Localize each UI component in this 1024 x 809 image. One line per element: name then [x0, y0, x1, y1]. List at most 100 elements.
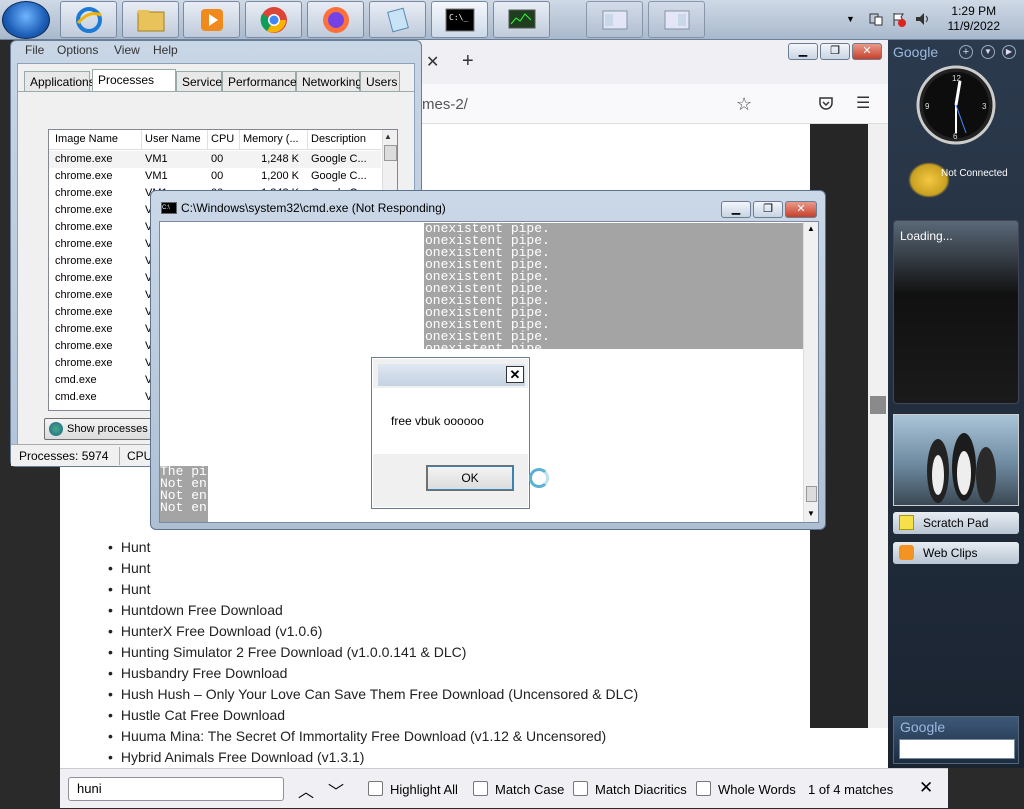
game-link[interactable]: Hustle Cat Free Download [108, 704, 638, 725]
window-icon[interactable] [586, 1, 643, 38]
menu-icon[interactable]: ☰ [856, 93, 870, 113]
game-link[interactable]: Huntdown Free Download [108, 599, 638, 620]
match-case-checkbox[interactable] [473, 781, 488, 796]
scroll-up-icon[interactable]: ▲ [807, 224, 815, 233]
volume-icon[interactable] [914, 11, 930, 30]
tab-networking[interactable]: Networking [296, 71, 362, 91]
google-search-input[interactable] [899, 739, 1015, 759]
tray-chevron-icon[interactable]: ▼ [846, 14, 855, 24]
tab-processes[interactable]: Processes [92, 69, 176, 92]
ie-icon[interactable] [60, 1, 117, 38]
match-case-label[interactable]: Match Case [495, 782, 564, 797]
chrome-icon[interactable] [245, 1, 302, 38]
next-gadget-icon[interactable]: ▶ [1002, 45, 1016, 59]
game-link[interactable]: Hunting Simulator 2 Free Download (v1.0.… [108, 641, 638, 662]
scrollbar-thumb[interactable] [384, 145, 397, 161]
menu-item-help[interactable]: Help [153, 43, 178, 57]
column-header[interactable]: Image Name [55, 133, 141, 145]
table-cell: chrome.exe [55, 255, 113, 267]
scroll-down-icon[interactable]: ▼ [807, 509, 815, 518]
menu-item-options[interactable]: Options [57, 43, 98, 57]
game-link[interactable]: Hush Hush – Only Your Love Can Save Them… [108, 683, 638, 704]
clock-gadget[interactable]: 12 3 6 9 [916, 65, 996, 148]
cmd-line: onexistent pipe. [425, 341, 550, 349]
table-cell: VM1 [145, 170, 168, 182]
game-link[interactable]: Hybrid Animals Free Download (v1.3.1) [108, 746, 638, 767]
minimize-button[interactable]: ▁ [788, 43, 818, 60]
dialog-close-button[interactable]: ✕ [506, 366, 524, 383]
close-tab-icon[interactable]: ✕ [426, 52, 439, 72]
cmd-scrollbar[interactable]: ▲ ▼ [803, 222, 818, 522]
tab-services[interactable]: Services [176, 71, 228, 91]
find-input[interactable]: huni [68, 777, 284, 801]
column-header[interactable]: CPU [211, 133, 239, 145]
feed-gadget[interactable]: Loading... [893, 220, 1019, 404]
whole-words-label[interactable]: Whole Words [718, 782, 796, 797]
game-link[interactable]: Husbandry Free Download [108, 662, 638, 683]
table-cell: chrome.exe [55, 187, 113, 199]
show-all-processes-button[interactable]: Show processes f [44, 418, 164, 440]
match-diacritics-label[interactable]: Match Diacritics [595, 782, 687, 797]
explorer-icon[interactable] [122, 1, 179, 38]
column-header[interactable]: User Name [145, 133, 207, 145]
gadget-menu-icon[interactable]: ▼ [981, 45, 995, 59]
show-all-label: Show processes f [67, 423, 154, 435]
url-text[interactable]: mes-2/ [422, 96, 468, 113]
game-link[interactable]: Hunt [108, 578, 638, 599]
game-link[interactable]: Huuma Mina: The Secret Of Immortality Fr… [108, 725, 638, 746]
tab-users[interactable]: Users [360, 71, 400, 91]
scroll-up-icon[interactable]: ▲ [384, 132, 392, 141]
find-next-icon[interactable]: ﹀ [328, 778, 344, 802]
message-dialog: ✕ free vbuk oooooo OK [371, 357, 530, 509]
match-diacritics-checkbox[interactable] [573, 781, 588, 796]
page-scrollbar[interactable] [868, 124, 888, 728]
pocket-icon[interactable] [818, 95, 834, 114]
table-cell: chrome.exe [55, 204, 113, 216]
game-link[interactable]: HunterX Free Download (v1.0.6) [108, 620, 638, 641]
table-row[interactable]: chrome.exe VM1 00 1,200 K Google C... [49, 168, 381, 185]
game-link[interactable]: Hunt [108, 557, 638, 578]
table-cell: cmd.exe [55, 391, 97, 403]
system-clock[interactable]: 1:29 PM 11/9/2022 [948, 4, 1001, 34]
add-gadget-icon[interactable]: + [959, 45, 973, 59]
taskbar: C:\_ ▼ 1:29 PM 11/9/2022 [0, 0, 1024, 40]
menu-item-file[interactable]: File [25, 43, 44, 57]
find-previous-icon[interactable]: ︿ [298, 778, 314, 802]
close-button[interactable]: ✕ [852, 43, 882, 60]
windows-sidebar: Google + ▼ ▶ 12 3 6 9 Not Connected Loading… [888, 40, 1024, 768]
table-row[interactable]: chrome.exe VM1 00 1,248 K Google C... [49, 151, 381, 168]
notepad-icon[interactable] [369, 1, 426, 38]
new-tab-icon[interactable]: + [462, 50, 474, 73]
scrollbar-thumb[interactable] [870, 396, 886, 414]
cmd-icon[interactable]: C:\_ [431, 1, 488, 38]
scratch-pad-gadget[interactable]: Scratch Pad [893, 512, 1019, 534]
highlight-all-checkbox[interactable] [368, 781, 383, 796]
media-player-icon[interactable] [183, 1, 240, 38]
scrollbar-thumb[interactable] [806, 486, 817, 502]
web-clips-gadget[interactable]: Web Clips [893, 542, 1019, 564]
column-header[interactable]: Description [311, 133, 381, 145]
start-button[interactable] [2, 1, 50, 39]
column-header[interactable]: Memory (... [243, 133, 307, 145]
flag-alert-icon[interactable] [891, 11, 907, 30]
tab-applications[interactable]: Applications [24, 71, 95, 91]
ok-button[interactable]: OK [426, 465, 514, 491]
window-icon[interactable] [648, 1, 705, 38]
google-search-gadget: Google [893, 716, 1019, 764]
tab-performance[interactable]: Performance [222, 71, 297, 91]
cmd-maximize-button[interactable]: ❐ [753, 201, 783, 218]
cmd-close-button[interactable]: ✕ [785, 201, 817, 218]
bookmark-star-icon[interactable]: ☆ [736, 94, 752, 115]
highlight-all-label[interactable]: Highlight All [390, 782, 458, 797]
whole-words-checkbox[interactable] [696, 781, 711, 796]
task-manager-icon[interactable] [493, 1, 550, 38]
firefox-icon[interactable] [307, 1, 364, 38]
table-cell: chrome.exe [55, 153, 113, 165]
menu-item-view[interactable]: View [114, 43, 140, 57]
find-close-icon[interactable]: ✕ [919, 778, 933, 798]
slideshow-gadget[interactable] [893, 414, 1019, 506]
game-link[interactable]: Hunt [108, 536, 638, 557]
network-icon[interactable] [868, 11, 884, 30]
maximize-button[interactable]: ❐ [820, 43, 850, 60]
cmd-minimize-button[interactable]: ▁ [721, 201, 751, 218]
